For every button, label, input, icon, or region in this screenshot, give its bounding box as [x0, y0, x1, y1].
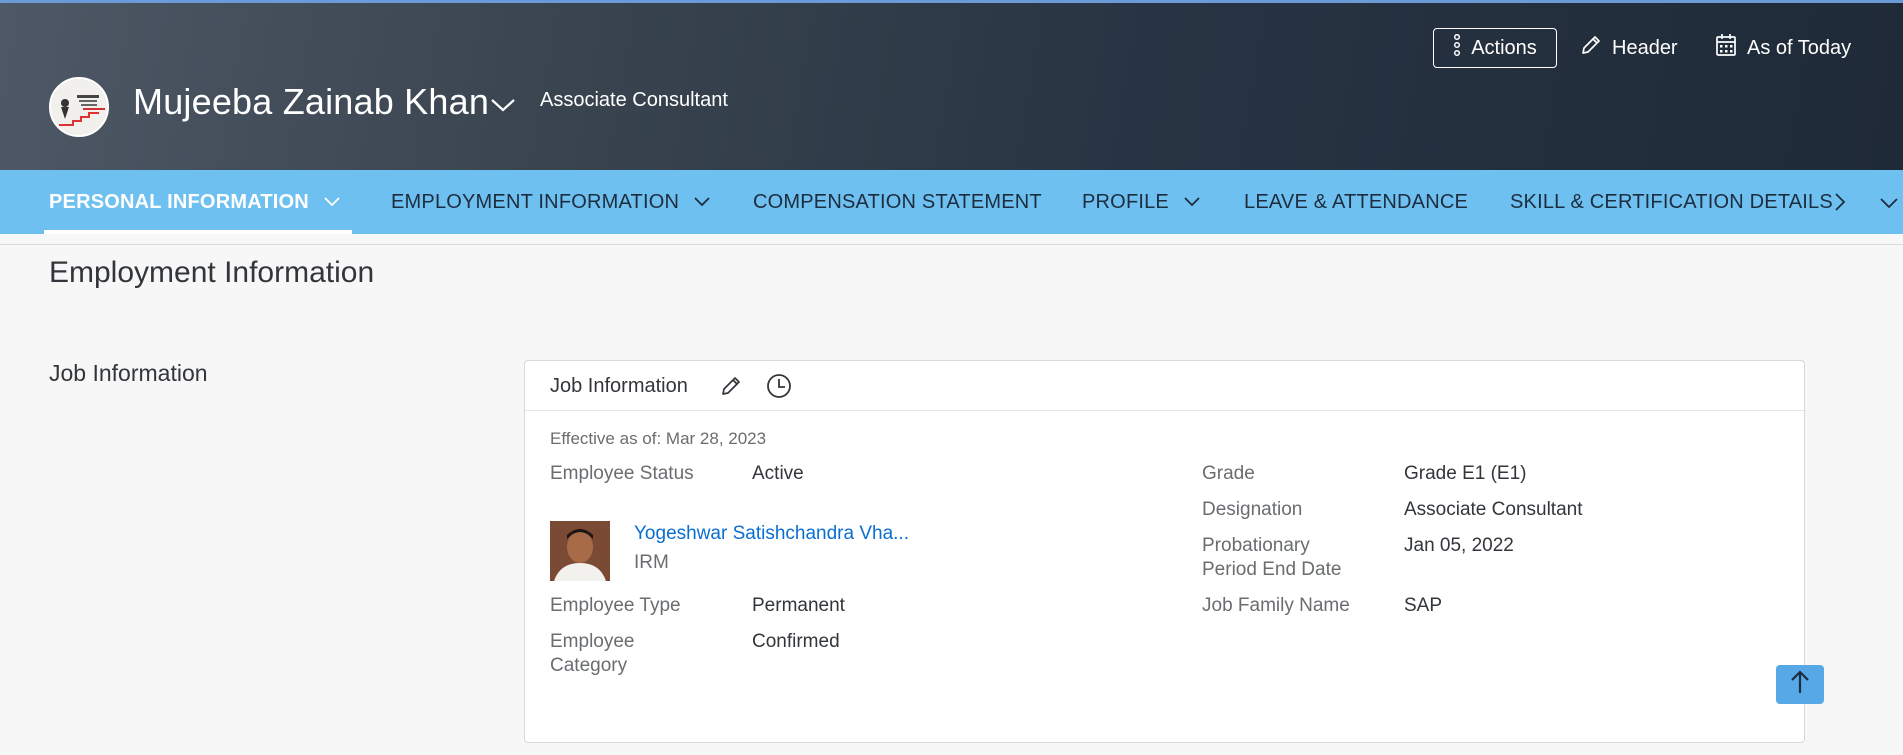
label-line: Period End Date: [1202, 559, 1342, 580]
effective-date: Effective as of: Mar 28, 2023: [550, 429, 767, 448]
job-family-label: Job Family Name: [1202, 595, 1350, 616]
as-of-today-button[interactable]: As of Today: [1715, 28, 1851, 68]
history-icon[interactable]: [766, 373, 792, 404]
tab-label: SKILL & CERTIFICATION DETAILS: [1510, 190, 1833, 213]
actions-label: Actions: [1471, 36, 1537, 59]
job-family-value: SAP: [1404, 595, 1443, 616]
tab-label: PERSONAL INFORMATION: [49, 190, 309, 213]
tab-label: LEAVE & ATTENDANCE: [1244, 190, 1469, 213]
edit-icon[interactable]: [719, 374, 743, 403]
employee-status-label: Employee Status: [550, 463, 694, 484]
chevron-down-icon: [323, 191, 341, 214]
card-header: Job Information: [525, 361, 1804, 411]
tab-skill-certification-details[interactable]: SKILL & CERTIFICATION DETAILS: [1510, 170, 1833, 234]
scroll-to-top-button[interactable]: [1776, 665, 1824, 704]
probation-end-date-label: Probationary Period End Date: [1202, 534, 1341, 582]
employee-type-value: Permanent: [752, 595, 845, 616]
tab-label: PROFILE: [1082, 190, 1169, 213]
tab-personal-information[interactable]: PERSONAL INFORMATION: [49, 170, 341, 234]
probation-end-date-value: Jan 05, 2022: [1404, 535, 1514, 556]
chevron-down-icon[interactable]: [1879, 196, 1899, 214]
tab-leave-attendance[interactable]: LEAVE & ATTENDANCE: [1244, 170, 1468, 234]
pencil-icon: [1580, 34, 1602, 62]
section-nav-bar: PERSONAL INFORMATION EMPLOYMENT INFORMAT…: [0, 170, 1903, 234]
employee-title: Associate Consultant: [540, 89, 728, 111]
label-line: Category: [550, 655, 628, 676]
job-information-card: Job Information Effective as of: Mar 28,…: [524, 360, 1805, 743]
grade-value: Grade E1 (E1): [1404, 463, 1527, 484]
card-title: Job Information: [550, 375, 688, 397]
tab-label: EMPLOYMENT INFORMATION: [391, 190, 680, 213]
chevron-down-icon: [693, 191, 711, 214]
tab-employment-information[interactable]: EMPLOYMENT INFORMATION: [391, 170, 711, 234]
chevron-down-icon[interactable]: [490, 97, 516, 118]
chevron-right-icon[interactable]: [1834, 192, 1846, 217]
header-label: Header: [1612, 36, 1678, 59]
section-title: Employment Information: [49, 256, 375, 289]
employee-category-value: Confirmed: [752, 631, 840, 652]
tab-profile[interactable]: PROFILE: [1082, 170, 1201, 234]
actions-button[interactable]: Actions: [1433, 28, 1557, 68]
tab-compensation-statement[interactable]: COMPENSATION STATEMENT: [753, 170, 1042, 234]
designation-value: Associate Consultant: [1404, 499, 1583, 520]
divider: [0, 244, 1903, 245]
header-button[interactable]: Header: [1580, 28, 1678, 68]
designation-label: Designation: [1202, 499, 1303, 520]
manager-role: IRM: [634, 552, 669, 573]
employee-type-label: Employee Type: [550, 595, 681, 616]
as-of-today-label: As of Today: [1747, 36, 1852, 59]
employee-name: Mujeeba Zainab Khan: [133, 81, 490, 122]
manager-name-link[interactable]: Yogeshwar Satishchandra Vha...: [634, 523, 909, 545]
employee-category-label: Employee Category: [550, 630, 635, 678]
employee-avatar[interactable]: [49, 77, 109, 137]
label-line: Employee: [550, 631, 635, 652]
active-tab-indicator: [44, 230, 352, 234]
profile-header: Mujeeba Zainab Khan Associate Consultant…: [0, 0, 1903, 170]
subsection-title: Job Information: [49, 360, 208, 386]
manager-photo[interactable]: [550, 521, 610, 581]
chevron-down-icon: [1183, 191, 1201, 214]
tab-label: COMPENSATION STATEMENT: [753, 190, 1042, 213]
label-line: Probationary: [1202, 535, 1310, 556]
calendar-icon: [1715, 33, 1737, 63]
grade-label: Grade: [1202, 463, 1255, 484]
arrow-up-icon: [1789, 669, 1811, 700]
employee-status-value: Active: [752, 463, 804, 484]
more-vertical-icon: [1453, 33, 1461, 62]
